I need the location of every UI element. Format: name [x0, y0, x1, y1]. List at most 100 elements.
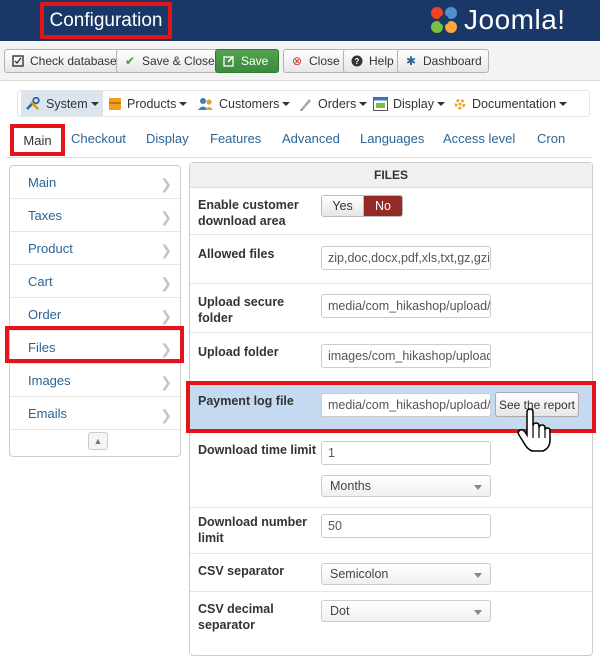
payment-log-input[interactable]: media/com_hikashop/upload/s [321, 393, 491, 417]
enable-download-toggle[interactable]: Yes No [321, 195, 403, 217]
select-value: Semicolon [330, 567, 389, 581]
menu-display[interactable]: Display [373, 91, 445, 116]
close-button[interactable]: ⊗ Close [283, 49, 347, 73]
menu-products[interactable]: Products [108, 91, 188, 116]
logo-text: Joomla! [464, 4, 566, 35]
download-time-label: Download time limit [198, 443, 317, 457]
download-time-unit-select[interactable]: Months [321, 475, 491, 497]
sidebar-item-taxes[interactable]: Taxes ❯ [10, 199, 180, 232]
tab-checkout[interactable]: Checkout [71, 131, 126, 146]
files-highlight [5, 326, 184, 363]
allowed-files-label: Allowed files [198, 247, 275, 261]
sidebar-nav: Main ❯ Taxes ❯ Product ❯ Cart ❯ Order ❯ Files… [9, 165, 181, 457]
customers-icon [198, 97, 214, 111]
row-divider [190, 591, 592, 592]
upload-folder-input[interactable]: images/com_hikashop/upload/ [321, 344, 491, 368]
header-bar: Configuration Joomla! [0, 0, 600, 41]
sidebar-item-product[interactable]: Product ❯ [10, 232, 180, 265]
tab-main-label: Main [23, 132, 52, 148]
row-divider [190, 507, 592, 508]
menu-orders[interactable]: Orders [299, 91, 368, 116]
products-icon [108, 97, 122, 111]
menu-system-label: System [46, 96, 88, 111]
menu-customers-label: Customers [219, 96, 280, 111]
help-button[interactable]: ? Help [343, 49, 401, 73]
tab-access-level[interactable]: Access level [443, 131, 515, 146]
secure-folder-input[interactable]: media/com_hikashop/upload/s [321, 294, 491, 318]
select-value: Months [330, 479, 371, 493]
menu-system[interactable]: System [21, 91, 103, 116]
tab-advanced[interactable]: Advanced [282, 131, 340, 146]
save-button[interactable]: Save [215, 49, 279, 73]
chevron-right-icon: ❯ [160, 275, 172, 291]
sidebar-item-images[interactable]: Images ❯ [10, 364, 180, 397]
tab-languages[interactable]: Languages [360, 131, 424, 146]
allowed-files-input[interactable]: zip,doc,docx,pdf,xls,txt,gz,gzi [321, 246, 491, 270]
csv-decimal-select[interactable]: Dot [321, 600, 491, 622]
download-time-input[interactable]: 1 [321, 441, 491, 465]
yes-option[interactable]: Yes [322, 196, 364, 216]
sidebar-item-label: Product [28, 240, 73, 256]
csv-separator-label: CSV separator [198, 564, 285, 578]
sidebar-item-cart[interactable]: Cart ❯ [10, 265, 180, 298]
cancel-icon: ⊗ [291, 54, 303, 68]
display-icon [373, 96, 388, 111]
chevron-down-icon [179, 101, 188, 106]
tab-divider [6, 157, 592, 158]
dropdown-arrow-icon [474, 485, 482, 490]
chevron-right-icon: ❯ [160, 209, 172, 225]
documentation-icon [453, 97, 467, 111]
upload-folder-label: Upload folder [198, 345, 279, 359]
tab-display[interactable]: Display [146, 131, 189, 146]
toolbar: Check database ✔ Save & Close Save ⊗ Clo… [0, 41, 600, 81]
save-close-label: Save & Close [142, 54, 215, 68]
main-menu: System Products Customers Orders Display… [17, 90, 590, 117]
collapse-up-icon[interactable]: ▲ [88, 432, 108, 450]
chevron-down-icon [90, 101, 99, 106]
menu-display-label: Display [393, 96, 434, 111]
panel-title: FILES [190, 163, 592, 188]
download-number-input[interactable]: 50 [321, 514, 491, 538]
close-label: Close [309, 54, 340, 68]
secure-folder-label: Upload secure folder [198, 295, 285, 325]
dashboard-label: Dashboard [423, 54, 482, 68]
page-title-highlight: Configuration [40, 2, 172, 39]
sidebar-item-label: Emails [28, 405, 68, 421]
tab-cron[interactable]: Cron [537, 131, 565, 146]
wrench-check-icon [11, 55, 25, 67]
menu-documentation[interactable]: Documentation [453, 91, 568, 116]
enable-download-label: Enable customer download area [198, 198, 299, 228]
row-divider [190, 234, 592, 235]
no-option[interactable]: No [364, 196, 402, 216]
chevron-right-icon: ❯ [160, 176, 172, 192]
menu-products-label: Products [127, 96, 177, 111]
save-label: Save [241, 54, 269, 68]
sidebar-item-main[interactable]: Main ❯ [10, 166, 180, 199]
chevron-right-icon: ❯ [160, 407, 172, 423]
tab-main[interactable]: Main [10, 124, 65, 156]
row-divider [190, 283, 592, 284]
help-label: Help [369, 54, 394, 68]
dropdown-arrow-icon [474, 573, 482, 578]
menu-customers[interactable]: Customers [198, 91, 291, 116]
dropdown-arrow-icon [474, 610, 482, 615]
row-divider [190, 332, 592, 333]
sidebar-item-label: Images [28, 372, 71, 388]
save-close-button[interactable]: ✔ Save & Close [116, 49, 222, 73]
sidebar-item-emails[interactable]: Emails ❯ [10, 397, 180, 430]
sidebar-item-label: Order [28, 306, 62, 322]
chevron-right-icon: ❯ [160, 242, 172, 258]
chevron-right-icon: ❯ [160, 374, 172, 390]
menu-orders-label: Orders [318, 96, 357, 111]
question-icon: ? [350, 55, 364, 67]
orders-icon [299, 97, 313, 111]
select-value: Dot [330, 604, 350, 618]
payment-log-label: Payment log file [198, 394, 294, 408]
asterisk-icon: ✱ [405, 54, 417, 68]
check-database-button[interactable]: Check database [4, 49, 124, 73]
menu-documentation-label: Documentation [472, 96, 557, 111]
tab-features[interactable]: Features [210, 131, 261, 146]
dashboard-button[interactable]: ✱ Dashboard [397, 49, 489, 73]
csv-separator-select[interactable]: Semicolon [321, 563, 491, 585]
svg-text:?: ? [355, 57, 360, 66]
